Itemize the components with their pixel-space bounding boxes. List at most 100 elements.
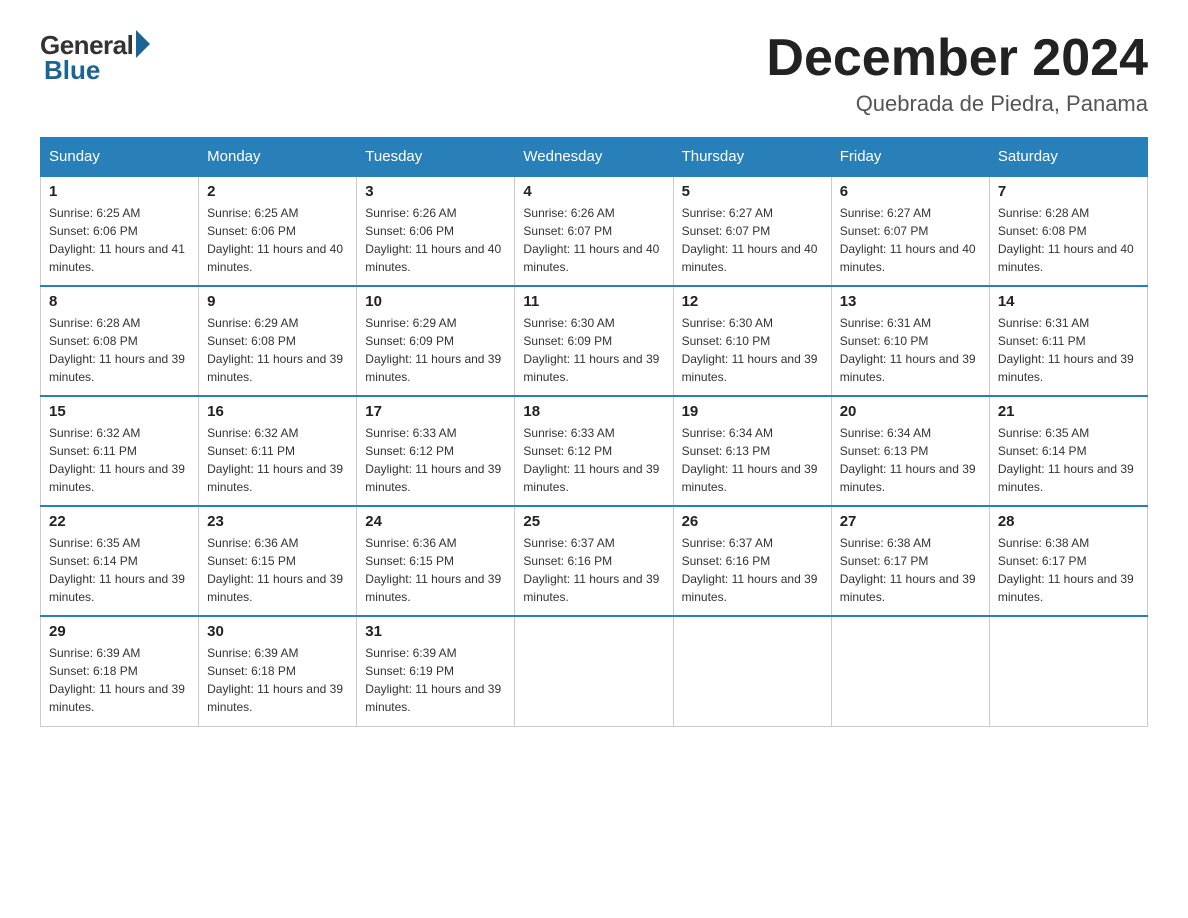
week-row-3: 15 Sunrise: 6:32 AMSunset: 6:11 PMDaylig… xyxy=(41,396,1148,506)
calendar-cell: 14 Sunrise: 6:31 AMSunset: 6:11 PMDaylig… xyxy=(989,286,1147,396)
header-cell-saturday: Saturday xyxy=(989,138,1147,177)
calendar-body: 1 Sunrise: 6:25 AMSunset: 6:06 PMDayligh… xyxy=(41,176,1148,726)
calendar-cell: 9 Sunrise: 6:29 AMSunset: 6:08 PMDayligh… xyxy=(199,286,357,396)
day-number: 30 xyxy=(207,623,348,640)
calendar-cell: 18 Sunrise: 6:33 AMSunset: 6:12 PMDaylig… xyxy=(515,396,673,506)
day-info: Sunrise: 6:28 AMSunset: 6:08 PMDaylight:… xyxy=(998,204,1139,276)
calendar-cell: 16 Sunrise: 6:32 AMSunset: 6:11 PMDaylig… xyxy=(199,396,357,506)
day-info: Sunrise: 6:27 AMSunset: 6:07 PMDaylight:… xyxy=(840,204,981,276)
day-info: Sunrise: 6:29 AMSunset: 6:08 PMDaylight:… xyxy=(207,314,348,386)
day-info: Sunrise: 6:38 AMSunset: 6:17 PMDaylight:… xyxy=(998,534,1139,606)
page-header: General Blue December 2024 Quebrada de P… xyxy=(40,30,1148,117)
day-number: 11 xyxy=(523,293,664,310)
location-text: Quebrada de Piedra, Panama xyxy=(766,91,1148,117)
day-number: 29 xyxy=(49,623,190,640)
day-info: Sunrise: 6:33 AMSunset: 6:12 PMDaylight:… xyxy=(523,424,664,496)
day-info: Sunrise: 6:25 AMSunset: 6:06 PMDaylight:… xyxy=(49,204,190,276)
day-number: 15 xyxy=(49,403,190,420)
calendar-cell: 7 Sunrise: 6:28 AMSunset: 6:08 PMDayligh… xyxy=(989,176,1147,286)
calendar-cell: 12 Sunrise: 6:30 AMSunset: 6:10 PMDaylig… xyxy=(673,286,831,396)
calendar-cell: 1 Sunrise: 6:25 AMSunset: 6:06 PMDayligh… xyxy=(41,176,199,286)
week-row-1: 1 Sunrise: 6:25 AMSunset: 6:06 PMDayligh… xyxy=(41,176,1148,286)
calendar-cell: 17 Sunrise: 6:33 AMSunset: 6:12 PMDaylig… xyxy=(357,396,515,506)
day-info: Sunrise: 6:30 AMSunset: 6:10 PMDaylight:… xyxy=(682,314,823,386)
day-info: Sunrise: 6:36 AMSunset: 6:15 PMDaylight:… xyxy=(207,534,348,606)
day-info: Sunrise: 6:34 AMSunset: 6:13 PMDaylight:… xyxy=(840,424,981,496)
day-number: 20 xyxy=(840,403,981,420)
day-info: Sunrise: 6:33 AMSunset: 6:12 PMDaylight:… xyxy=(365,424,506,496)
calendar-cell: 6 Sunrise: 6:27 AMSunset: 6:07 PMDayligh… xyxy=(831,176,989,286)
day-number: 19 xyxy=(682,403,823,420)
day-number: 6 xyxy=(840,183,981,200)
calendar-cell: 27 Sunrise: 6:38 AMSunset: 6:17 PMDaylig… xyxy=(831,506,989,616)
calendar-cell: 28 Sunrise: 6:38 AMSunset: 6:17 PMDaylig… xyxy=(989,506,1147,616)
day-number: 24 xyxy=(365,513,506,530)
day-number: 27 xyxy=(840,513,981,530)
day-number: 16 xyxy=(207,403,348,420)
calendar-cell: 15 Sunrise: 6:32 AMSunset: 6:11 PMDaylig… xyxy=(41,396,199,506)
day-number: 10 xyxy=(365,293,506,310)
day-number: 21 xyxy=(998,403,1139,420)
calendar-cell xyxy=(989,616,1147,726)
week-row-4: 22 Sunrise: 6:35 AMSunset: 6:14 PMDaylig… xyxy=(41,506,1148,616)
day-number: 7 xyxy=(998,183,1139,200)
day-info: Sunrise: 6:37 AMSunset: 6:16 PMDaylight:… xyxy=(523,534,664,606)
day-info: Sunrise: 6:34 AMSunset: 6:13 PMDaylight:… xyxy=(682,424,823,496)
calendar-cell xyxy=(673,616,831,726)
day-info: Sunrise: 6:25 AMSunset: 6:06 PMDaylight:… xyxy=(207,204,348,276)
logo: General Blue xyxy=(40,30,150,86)
day-number: 5 xyxy=(682,183,823,200)
day-info: Sunrise: 6:35 AMSunset: 6:14 PMDaylight:… xyxy=(49,534,190,606)
day-number: 22 xyxy=(49,513,190,530)
day-info: Sunrise: 6:32 AMSunset: 6:11 PMDaylight:… xyxy=(207,424,348,496)
day-number: 12 xyxy=(682,293,823,310)
calendar-cell: 20 Sunrise: 6:34 AMSunset: 6:13 PMDaylig… xyxy=(831,396,989,506)
day-number: 13 xyxy=(840,293,981,310)
day-info: Sunrise: 6:28 AMSunset: 6:08 PMDaylight:… xyxy=(49,314,190,386)
calendar-cell: 26 Sunrise: 6:37 AMSunset: 6:16 PMDaylig… xyxy=(673,506,831,616)
calendar-cell xyxy=(831,616,989,726)
day-number: 23 xyxy=(207,513,348,530)
month-title: December 2024 xyxy=(766,30,1148,87)
calendar-cell: 22 Sunrise: 6:35 AMSunset: 6:14 PMDaylig… xyxy=(41,506,199,616)
header-row: SundayMondayTuesdayWednesdayThursdayFrid… xyxy=(41,138,1148,177)
week-row-5: 29 Sunrise: 6:39 AMSunset: 6:18 PMDaylig… xyxy=(41,616,1148,726)
calendar-cell: 23 Sunrise: 6:36 AMSunset: 6:15 PMDaylig… xyxy=(199,506,357,616)
header-cell-thursday: Thursday xyxy=(673,138,831,177)
calendar-header: SundayMondayTuesdayWednesdayThursdayFrid… xyxy=(41,138,1148,177)
title-area: December 2024 Quebrada de Piedra, Panama xyxy=(766,30,1148,117)
calendar-cell: 30 Sunrise: 6:39 AMSunset: 6:18 PMDaylig… xyxy=(199,616,357,726)
header-cell-friday: Friday xyxy=(831,138,989,177)
calendar-cell: 24 Sunrise: 6:36 AMSunset: 6:15 PMDaylig… xyxy=(357,506,515,616)
header-cell-wednesday: Wednesday xyxy=(515,138,673,177)
day-number: 17 xyxy=(365,403,506,420)
day-number: 8 xyxy=(49,293,190,310)
day-info: Sunrise: 6:36 AMSunset: 6:15 PMDaylight:… xyxy=(365,534,506,606)
day-info: Sunrise: 6:26 AMSunset: 6:06 PMDaylight:… xyxy=(365,204,506,276)
day-info: Sunrise: 6:39 AMSunset: 6:19 PMDaylight:… xyxy=(365,644,506,716)
header-cell-tuesday: Tuesday xyxy=(357,138,515,177)
week-row-2: 8 Sunrise: 6:28 AMSunset: 6:08 PMDayligh… xyxy=(41,286,1148,396)
day-info: Sunrise: 6:39 AMSunset: 6:18 PMDaylight:… xyxy=(49,644,190,716)
day-info: Sunrise: 6:26 AMSunset: 6:07 PMDaylight:… xyxy=(523,204,664,276)
calendar-cell: 3 Sunrise: 6:26 AMSunset: 6:06 PMDayligh… xyxy=(357,176,515,286)
day-info: Sunrise: 6:31 AMSunset: 6:11 PMDaylight:… xyxy=(998,314,1139,386)
calendar-cell: 10 Sunrise: 6:29 AMSunset: 6:09 PMDaylig… xyxy=(357,286,515,396)
day-number: 18 xyxy=(523,403,664,420)
day-info: Sunrise: 6:27 AMSunset: 6:07 PMDaylight:… xyxy=(682,204,823,276)
day-number: 28 xyxy=(998,513,1139,530)
day-info: Sunrise: 6:39 AMSunset: 6:18 PMDaylight:… xyxy=(207,644,348,716)
calendar-cell: 4 Sunrise: 6:26 AMSunset: 6:07 PMDayligh… xyxy=(515,176,673,286)
day-info: Sunrise: 6:29 AMSunset: 6:09 PMDaylight:… xyxy=(365,314,506,386)
day-number: 3 xyxy=(365,183,506,200)
day-info: Sunrise: 6:32 AMSunset: 6:11 PMDaylight:… xyxy=(49,424,190,496)
calendar-cell: 21 Sunrise: 6:35 AMSunset: 6:14 PMDaylig… xyxy=(989,396,1147,506)
header-cell-monday: Monday xyxy=(199,138,357,177)
day-info: Sunrise: 6:38 AMSunset: 6:17 PMDaylight:… xyxy=(840,534,981,606)
calendar-cell xyxy=(515,616,673,726)
calendar-cell: 19 Sunrise: 6:34 AMSunset: 6:13 PMDaylig… xyxy=(673,396,831,506)
calendar-cell: 11 Sunrise: 6:30 AMSunset: 6:09 PMDaylig… xyxy=(515,286,673,396)
day-info: Sunrise: 6:35 AMSunset: 6:14 PMDaylight:… xyxy=(998,424,1139,496)
day-info: Sunrise: 6:30 AMSunset: 6:09 PMDaylight:… xyxy=(523,314,664,386)
day-number: 26 xyxy=(682,513,823,530)
